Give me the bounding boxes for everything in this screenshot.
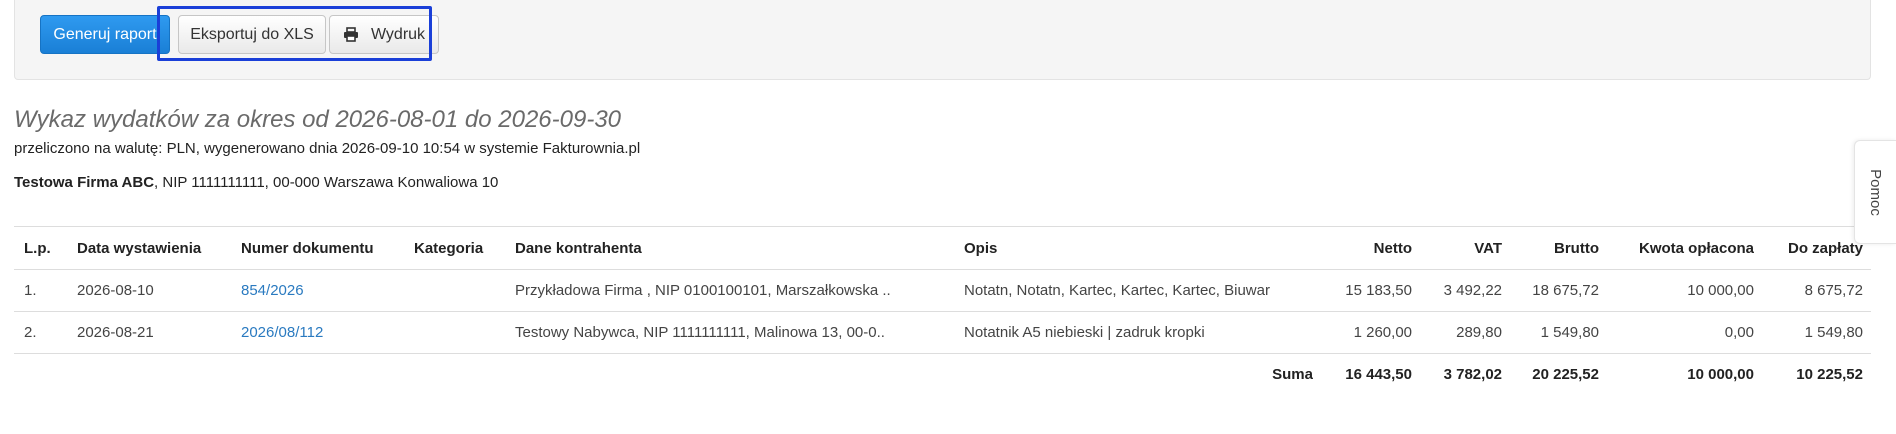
help-tab-label: Pomoc [1867,168,1884,216]
header-due: Do zapłaty [1787,240,1863,257]
header-brutto: Brutto [1554,240,1599,257]
header-date: Data wystawienia [77,240,202,257]
row-netto: 1 260,00 [1353,324,1412,341]
sum-label: Suma [1272,366,1313,383]
help-tab[interactable]: Pomoc [1854,140,1896,244]
header-description: Opis [964,240,998,257]
sum-netto: 16 443,50 [1345,366,1412,383]
expenses-table: L.p. Data wystawienia Numer dokumentu Ka… [14,226,1871,395]
row-vat: 3 492,22 [1443,282,1502,299]
company-details: , NIP 1111111111, 00-000 Warszawa Konwal… [154,174,499,191]
row-category [414,270,514,312]
row-brutto: 18 675,72 [1532,282,1599,299]
export-xls-button[interactable]: Eksportuj do XLS [178,15,326,54]
header-netto: Netto [1373,240,1412,257]
row-brutto: 1 549,80 [1540,324,1599,341]
generate-report-button[interactable]: Generuj raport [40,15,170,54]
row-date: 2026-08-10 [77,282,154,299]
header-vat: VAT [1474,240,1502,257]
sum-due: 10 225,52 [1796,366,1863,383]
report-toolbar: Generuj raport Eksportuj do XLS Wydruk [14,0,1871,80]
header-number: Numer dokumentu [241,240,374,257]
row-description: Notatn, Notatn, Kartec, Kartec, Kartec, … [964,282,1270,299]
document-number-link[interactable]: 2026/08/112 [241,312,411,354]
print-button[interactable]: Wydruk [329,15,439,54]
table-row: 1. 2026-08-10 854/2026 Przykładowa Firma… [14,269,1871,311]
row-lp: 1. [24,282,37,299]
table-sum-row: Suma 16 443,50 3 782,02 20 225,52 10 000… [14,353,1871,395]
print-button-label: Wydruk [370,25,426,43]
company-info: Testowa Firma ABC, NIP 1111111111, 00-00… [14,174,498,191]
document-number-link[interactable]: 854/2026 [241,270,411,312]
row-due: 8 675,72 [1804,282,1863,299]
company-name: Testowa Firma ABC [14,174,155,191]
row-category [414,312,514,354]
row-lp: 2. [24,324,37,341]
row-date: 2026-08-21 [77,324,154,341]
report-meta: przeliczono na walutę: PLN, wygenerowano… [14,140,641,157]
table-row: 2. 2026-08-21 2026/08/112 Testowy Nabywc… [14,311,1871,353]
row-paid: 10 000,00 [1687,282,1754,299]
row-contractor: Testowy Nabywca, NIP 1111111111, Malinow… [515,324,885,341]
row-due: 1 549,80 [1804,324,1863,341]
printer-icon [343,27,359,42]
row-paid: 0,00 [1724,324,1754,341]
report-title: Wykaz wydatków za okres od 2026-08-01 do… [14,106,622,133]
header-category: Kategoria [414,240,484,257]
table-header-row: L.p. Data wystawienia Numer dokumentu Ka… [14,226,1871,269]
row-vat: 289,80 [1456,324,1502,341]
sum-brutto: 20 225,52 [1532,366,1599,383]
header-contractor: Dane kontrahenta [515,240,642,257]
header-lp: L.p. [24,240,51,257]
row-netto: 15 183,50 [1345,282,1412,299]
sum-paid: 10 000,00 [1687,366,1754,383]
row-description: Notatnik A5 niebieski | zadruk kropki [964,324,1205,341]
row-contractor: Przykładowa Firma , NIP 0100100101, Mars… [515,282,891,299]
report-page: Generuj raport Eksportuj do XLS Wydruk W… [0,0,1896,434]
sum-vat: 3 782,02 [1443,366,1502,383]
header-paid: Kwota opłacona [1638,240,1754,257]
